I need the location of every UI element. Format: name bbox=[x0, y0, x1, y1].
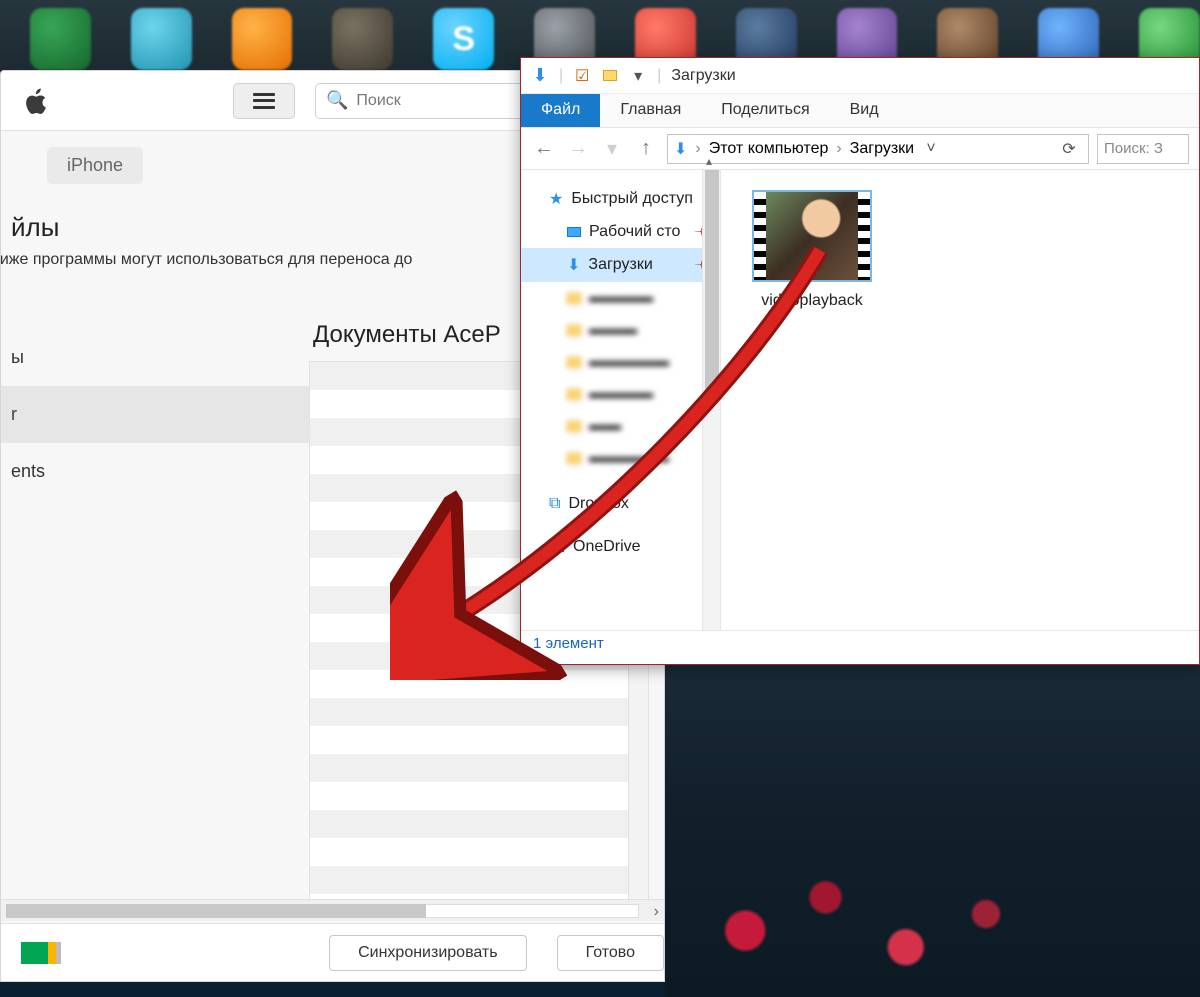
tree-dropbox[interactable]: ⧉ Dropbox bbox=[521, 488, 720, 520]
itunes-action-bar: Синхронизировать Готово bbox=[1, 923, 664, 981]
dock-icon bbox=[131, 8, 192, 70]
star-icon: ★ bbox=[549, 189, 563, 209]
scroll-up-icon[interactable]: ▴ bbox=[706, 154, 712, 168]
explorer-content-area[interactable]: videoplayback bbox=[721, 170, 1199, 630]
sync-button[interactable]: Синхронизировать bbox=[329, 935, 527, 971]
search-placeholder: Поиск bbox=[356, 92, 400, 110]
explorer-search-input[interactable]: Поиск: З bbox=[1097, 134, 1189, 164]
onedrive-icon: ☁ bbox=[549, 537, 565, 557]
breadcrumb-root[interactable]: Этот компьютер bbox=[709, 140, 829, 158]
done-button[interactable]: Готово bbox=[557, 935, 664, 971]
address-dropdown-icon[interactable]: ˅ bbox=[922, 140, 940, 158]
storage-usage-bar bbox=[21, 942, 61, 964]
dropbox-icon: ⧉ bbox=[549, 495, 560, 513]
tree-downloads[interactable]: ⬇ Загрузки 📌 bbox=[521, 248, 720, 282]
checkbox-icon: ☑ bbox=[573, 67, 591, 85]
dock-icon bbox=[30, 8, 91, 70]
documents-panel-title: Документы AceP bbox=[313, 321, 501, 349]
search-icon: 🔍 bbox=[326, 90, 348, 111]
scroll-right-icon[interactable]: › bbox=[654, 903, 659, 921]
file-explorer-window: ⬇ | ☑ ▾ | Загрузки Файл Главная Поделить… bbox=[520, 57, 1200, 665]
file-item-video[interactable]: videoplayback bbox=[747, 190, 877, 310]
chevron-right-icon: › bbox=[695, 140, 700, 158]
dropdown-icon[interactable]: ▾ bbox=[629, 67, 647, 85]
explorer-ribbon: Файл Главная Поделиться Вид bbox=[521, 94, 1199, 128]
device-tab-iphone[interactable]: iPhone bbox=[47, 147, 143, 184]
status-item-count: 1 элемент bbox=[533, 635, 604, 652]
ribbon-tab-file[interactable]: Файл bbox=[521, 94, 600, 127]
download-arrow-icon: ⬇ bbox=[531, 67, 549, 85]
nav-forward-icon[interactable]: → bbox=[565, 137, 591, 160]
dock-icon: S bbox=[433, 8, 494, 70]
explorer-titlebar[interactable]: ⬇ | ☑ ▾ | Загрузки bbox=[521, 58, 1199, 94]
desktop-wallpaper bbox=[665, 665, 1200, 997]
tree-scrollbar[interactable]: ▴ bbox=[702, 170, 720, 630]
tree-item-blurred[interactable]: ▬▬▬▬ bbox=[521, 378, 720, 410]
explorer-tree: ★ Быстрый доступ Рабочий сто 📌 ⬇ Загрузк… bbox=[521, 170, 721, 630]
desktop-icon bbox=[567, 227, 581, 237]
apple-logo-icon bbox=[21, 85, 53, 117]
tree-item-blurred[interactable]: ▬▬▬▬ bbox=[521, 282, 720, 314]
tree-item-blurred[interactable]: ▬▬▬ bbox=[521, 314, 720, 346]
tree-item-blurred[interactable]: ▬▬▬▬▬ bbox=[521, 442, 720, 474]
search-placeholder: Поиск: З bbox=[1104, 140, 1163, 157]
list-icon bbox=[253, 93, 275, 109]
nav-up-icon[interactable]: ↑ bbox=[633, 137, 659, 160]
dock-icon bbox=[232, 8, 293, 70]
explorer-navbar: ← → ▾ ↑ ⬇ › Этот компьютер › Загрузки ˅ … bbox=[521, 128, 1199, 170]
ribbon-tab-view[interactable]: Вид bbox=[830, 94, 899, 127]
file-name-label: videoplayback bbox=[747, 292, 877, 310]
tree-item-blurred[interactable]: ▬▬▬▬▬ bbox=[521, 346, 720, 378]
refresh-icon[interactable]: ⟳ bbox=[1056, 139, 1082, 159]
folder-icon bbox=[601, 67, 619, 85]
explorer-statusbar: 1 элемент bbox=[521, 630, 1199, 658]
window-title: Загрузки bbox=[671, 67, 735, 85]
tree-quick-access[interactable]: ★ Быстрый доступ bbox=[521, 182, 720, 216]
tree-desktop[interactable]: Рабочий сто 📌 bbox=[521, 216, 720, 248]
dock-icon bbox=[332, 8, 393, 70]
horizontal-scrollbar[interactable]: › bbox=[1, 899, 664, 921]
address-bar[interactable]: ⬇ › Этот компьютер › Загрузки ˅ ⟳ bbox=[667, 134, 1089, 164]
tree-item-blurred[interactable]: ▬▬ bbox=[521, 410, 720, 442]
tree-onedrive[interactable]: ☁ OneDrive bbox=[521, 530, 720, 564]
nav-back-icon[interactable]: ← bbox=[531, 137, 557, 160]
download-arrow-icon: ⬇ bbox=[674, 139, 687, 159]
breadcrumb-current[interactable]: Загрузки bbox=[850, 140, 914, 158]
ribbon-tab-share[interactable]: Поделиться bbox=[701, 94, 829, 127]
ribbon-tab-home[interactable]: Главная bbox=[600, 94, 701, 127]
nav-history-icon[interactable]: ▾ bbox=[599, 136, 625, 161]
video-thumbnail bbox=[752, 190, 872, 282]
view-mode-button[interactable] bbox=[233, 83, 295, 119]
chevron-right-icon: › bbox=[836, 140, 841, 158]
download-arrow-icon: ⬇ bbox=[567, 255, 580, 275]
